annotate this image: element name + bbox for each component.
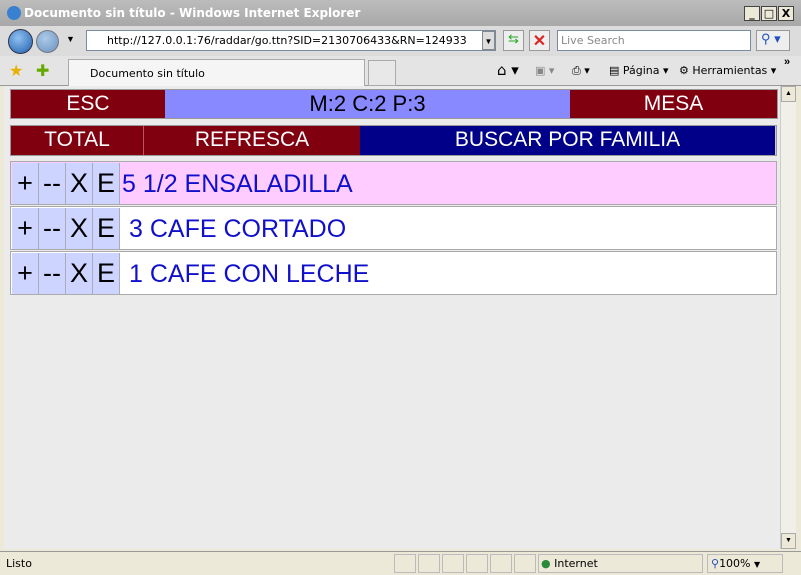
address-text: http://127.0.0.1:76/raddar/go.ttn?SID=21… [107,34,467,47]
status-bar: Listo ● Internet ⚲100% ▼ [0,551,801,575]
order-info: M:2 C:2 P:3 [165,90,570,118]
scroll-up-icon[interactable]: ▲ [781,86,796,102]
add-favorite-icon[interactable]: ✚ [36,61,49,81]
total-button[interactable]: TOTAL [11,126,144,155]
minimize-button[interactable]: _ [744,6,760,21]
back-icon[interactable] [8,29,33,54]
decrement-button[interactable]: -- [39,253,66,294]
decrement-button[interactable]: -- [39,163,66,204]
new-tab-button[interactable] [368,60,396,86]
chevron-more-icon[interactable]: » [784,56,790,68]
page-menu[interactable]: ▤ Página ▾ [609,64,669,77]
tab-title: Documento sin título [90,67,205,80]
delete-button[interactable]: X [66,253,93,294]
tools-menu[interactable]: ⚙ Herramientas ▾ [679,64,776,77]
edit-button[interactable]: E [93,208,120,249]
increment-button[interactable]: + [12,208,39,249]
favorites-star-icon[interactable]: ★ [9,61,23,81]
zone-indicator: ● Internet [538,554,703,573]
zoom-control[interactable]: ⚲100% ▼ [707,554,783,573]
esc-button[interactable]: ESC [11,90,165,118]
stop-icon[interactable]: ✕ [529,30,550,51]
zone-text: Internet [554,557,598,570]
vertical-scrollbar[interactable]: ▲ ▼ [780,86,796,549]
refresh-icon[interactable]: ⇆ [503,30,524,51]
buscar-familia-button[interactable]: BUSCAR POR FAMILIA [360,126,775,155]
zoom-icon: ⚲ [711,557,720,570]
zoom-text: 100% [719,557,751,570]
decrement-button[interactable]: -- [39,208,66,249]
address-dropdown-icon[interactable]: ▼ [482,31,495,50]
order-item-row[interactable]: + -- X E 3 CAFE CORTADO [10,206,777,250]
edit-button[interactable]: E [93,253,120,294]
mesa-button[interactable]: MESA [570,90,777,118]
ie-icon [7,6,21,20]
search-placeholder: Live Search [561,34,625,47]
home-icon[interactable]: ⌂ ▾ [497,61,519,79]
globe-icon: ● [541,557,551,570]
search-input[interactable]: Live Search [557,30,751,51]
refresca-button[interactable]: REFRESCA [144,126,360,155]
maximize-button[interactable]: □ [761,6,777,21]
scroll-down-icon[interactable]: ▼ [781,533,796,549]
tab-document[interactable]: Documento sin título [68,59,365,86]
close-button[interactable]: X [778,6,794,21]
delete-button[interactable]: X [66,208,93,249]
tools-menu-label: Herramientas [692,64,768,77]
page-menu-label: Página [622,64,660,77]
forward-icon[interactable] [36,30,59,53]
address-input[interactable]: http://127.0.0.1:76/raddar/go.ttn?SID=21… [86,30,496,51]
item-text[interactable]: 3 CAFE CORTADO [129,207,346,251]
print-icon[interactable]: ⎙ ▾ [572,64,590,78]
increment-button[interactable]: + [12,163,39,204]
item-text[interactable]: 1 CAFE CON LECHE [129,252,369,296]
increment-button[interactable]: + [12,253,39,294]
window-title: Documento sin título - Windows Internet … [24,6,361,20]
order-item-row[interactable]: + -- X E 5 1/2 ENSALADILLA [10,161,777,205]
delete-button[interactable]: X [66,163,93,204]
search-icon[interactable]: ⚲ ▾ [756,30,790,51]
status-text: Listo [6,557,32,570]
order-item-row[interactable]: + -- X E 1 CAFE CON LECHE [10,251,777,295]
history-dropdown-icon[interactable]: ▼ [66,34,75,44]
item-text[interactable]: 5 1/2 ENSALADILLA [122,162,353,206]
feeds-icon[interactable]: ▣ ▾ [535,64,554,77]
title-bar: Documento sin título - Windows Internet … [0,0,801,26]
edit-button[interactable]: E [93,163,120,204]
